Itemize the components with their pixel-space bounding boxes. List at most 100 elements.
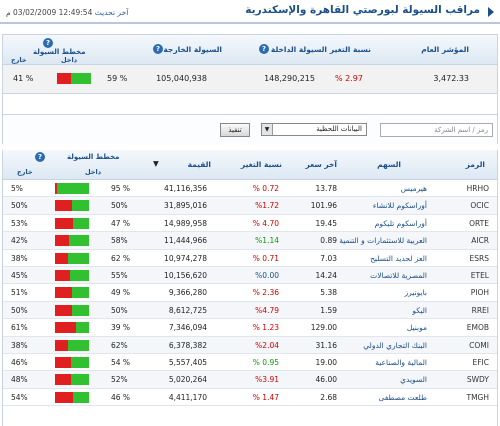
row-name-link[interactable]: البنك التجاري الدولي	[363, 341, 427, 350]
row-name-link[interactable]: موبنيل	[407, 323, 427, 332]
help-icon[interactable]: ?	[259, 44, 269, 54]
outflow-segment	[55, 270, 70, 281]
table-row[interactable]: COMI البنك التجاري الدولي 31.16 %2.04 6,378,…	[3, 336, 497, 354]
row-value: 9,366,280	[168, 288, 207, 298]
row-last-price: 13.78	[315, 184, 337, 193]
outflow-segment	[55, 391, 73, 403]
row-symbol[interactable]: COMI	[469, 341, 489, 350]
row-symbol[interactable]: ETEL	[471, 271, 489, 280]
row-name-link[interactable]: العز لحديد التسليح	[370, 254, 427, 263]
row-in-pct: 95 %	[111, 184, 131, 193]
summary-outflow-header: السيولة الخارجة	[163, 45, 222, 54]
data-mode-select[interactable]: ▼ البيانات اللحظية	[261, 123, 367, 136]
table-row[interactable]: EFIC المالية والصناعية 19.00 % 0.95 5,557,40…	[3, 354, 497, 372]
row-liquidity-bar	[55, 339, 89, 351]
row-name-link[interactable]: اليكو	[412, 306, 427, 315]
row-liquidity-bar	[55, 270, 89, 281]
row-symbol[interactable]: SWDY	[467, 375, 489, 384]
inflow-segment	[72, 287, 89, 299]
row-out-pct: 50%	[11, 201, 28, 211]
row-symbol[interactable]: AICR	[471, 236, 489, 245]
row-name-link[interactable]: طلعت مصطفى	[378, 393, 427, 402]
summary-index-value: 3,472.33	[433, 74, 469, 83]
table-row[interactable]: EMOB موبنيل 129.00 % 1.23 7,346,094 39 % 61%	[3, 319, 497, 337]
table-row[interactable]: TMGH طلعت مصطفى 2.68 % 1.47 4,411,170 46 % 54%	[3, 389, 497, 407]
row-last-price: 46.00	[315, 375, 337, 385]
outflow-segment	[55, 357, 71, 368]
row-name-link[interactable]: هيرميس	[401, 184, 427, 193]
col-name[interactable]: السهم	[377, 160, 401, 169]
row-liquidity-bar	[55, 374, 89, 386]
col-in: داخل	[85, 168, 102, 176]
filter-bar: رمز / اسم الشركة ▼ البيانات اللحظية تنفي…	[2, 114, 498, 144]
execute-button[interactable]: تنفيذ	[220, 123, 250, 137]
help-icon[interactable]: ?	[35, 152, 45, 162]
table-row[interactable]: ORTE أوراسكوم تليكوم 19.45 % 4.70 14,989,958…	[3, 215, 497, 233]
row-name-link[interactable]: بايونيرز	[405, 288, 427, 297]
row-value: 8,612,725	[168, 305, 207, 315]
row-change: %1.14	[255, 236, 279, 246]
summary-liquidity-header: مخطط السيولة	[33, 48, 86, 56]
row-value: 31,895,016	[164, 201, 207, 211]
row-value: 4,411,170	[168, 392, 207, 402]
table-row[interactable]: SWDY السويدي 46.00 %3.91 5,020,264 52% 48%	[3, 371, 497, 389]
chevron-down-icon[interactable]: ▼	[262, 124, 273, 135]
inflow-segment	[73, 391, 89, 403]
row-symbol[interactable]: EMOB	[467, 323, 489, 332]
table-row[interactable]: ETEL المصرية للاتصالات 14.24 %0.00 10,156,62…	[3, 267, 497, 285]
col-last[interactable]: آخر سعر	[305, 160, 337, 169]
search-input[interactable]: رمز / اسم الشركة	[380, 123, 493, 137]
table-row[interactable]: ESRS العز لحديد التسليح 7.03 % 0.71 10,974,2…	[3, 250, 497, 267]
row-out-pct: 46%	[11, 358, 28, 367]
row-in-pct: 49 %	[111, 288, 131, 298]
row-symbol[interactable]: HRHO	[467, 184, 489, 193]
row-symbol[interactable]: OCIC	[470, 201, 489, 210]
last-update-value: 12:49:54 03/02/2009 م	[6, 8, 93, 17]
summary-values: 3,472.33 % 2.97 148,290,215 105,040,938 …	[3, 65, 497, 93]
row-out-pct: 45%	[11, 271, 28, 280]
row-out-pct: 51%	[11, 288, 28, 298]
table-row[interactable]: RREI اليكو 1.59 %4.79 8,612,725 50% 50%	[3, 301, 497, 320]
table-row[interactable]: HRHO هيرميس 13.78 % 0.72 41,116,356 95 % 5%	[3, 180, 497, 198]
col-value[interactable]: القيمة	[188, 160, 211, 169]
row-symbol[interactable]: TMGH	[466, 393, 489, 402]
row-last-price: 7.03	[320, 253, 337, 263]
row-change: %3.91	[255, 375, 279, 385]
summary-change-header: نسبة التغير	[329, 45, 371, 54]
row-name-link[interactable]: السويدي	[400, 375, 427, 384]
row-liquidity-bar	[55, 322, 89, 334]
outflow-segment	[55, 304, 72, 316]
row-change: % 0.72	[252, 184, 279, 193]
row-last-price: 129.00	[310, 323, 337, 333]
sort-desc-icon[interactable]: ▼	[153, 159, 159, 168]
row-in-pct: 58%	[111, 236, 128, 246]
row-symbol[interactable]: EFIC	[472, 358, 489, 367]
row-out-pct: 61%	[11, 323, 28, 333]
summary-change-value: % 2.97	[335, 74, 363, 83]
row-in-pct: 54 %	[111, 358, 131, 367]
row-symbol[interactable]: PIOH	[471, 288, 489, 297]
row-name-link[interactable]: أوراسكوم تليكوم	[375, 219, 427, 228]
row-symbol[interactable]: ESRS	[470, 254, 489, 263]
table-row[interactable]: OCIC أوراسكوم للانشاء 101.96 %1.72 31,895,01…	[3, 197, 497, 215]
row-name-link[interactable]: المصرية للاتصالات	[370, 271, 427, 280]
outflow-segment	[55, 252, 68, 264]
page-title: مراقب السيولة لبورصتي القاهرة والإسكندري…	[245, 4, 480, 16]
row-change: %0.00	[255, 271, 279, 280]
table-row[interactable]: PIOH بايونيرز 5.38 % 2.36 9,366,280 49 % 51%	[3, 284, 497, 302]
row-liquidity-bar	[55, 287, 89, 299]
row-symbol[interactable]: ORTE	[469, 219, 489, 228]
row-last-price: 101.96	[310, 201, 337, 211]
col-symbol[interactable]: الرمز	[466, 160, 485, 169]
help-icon[interactable]: ?	[153, 44, 163, 54]
row-value: 10,974,278	[164, 253, 207, 263]
row-symbol[interactable]: RREI	[472, 306, 489, 315]
row-change: % 1.23	[252, 323, 279, 333]
inflow-segment	[72, 200, 89, 212]
table-row[interactable]: AICR العربية للاستثمارات و التنمية 0.89 %1.…	[3, 232, 497, 250]
row-name-link[interactable]: أوراسكوم للانشاء	[373, 201, 427, 210]
row-name-link[interactable]: المالية والصناعية	[375, 358, 427, 367]
row-name-link[interactable]: العربية للاستثمارات و التنمية	[339, 236, 427, 245]
col-change[interactable]: نسبة التغير	[241, 160, 282, 169]
help-icon[interactable]: ?	[43, 38, 53, 48]
